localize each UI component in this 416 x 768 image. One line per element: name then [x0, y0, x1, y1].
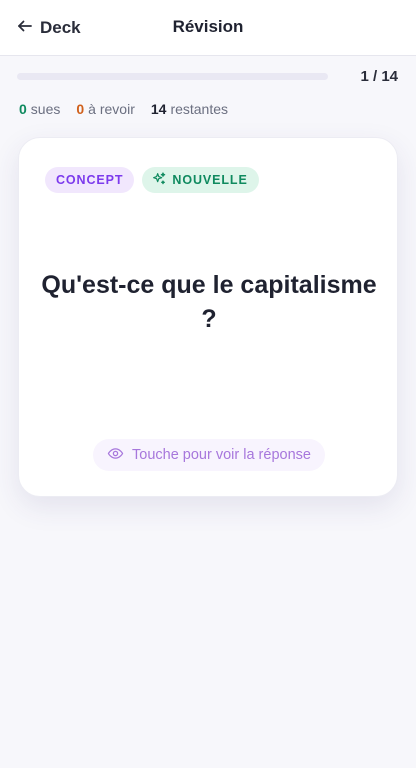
badge-new: NOUVELLE [142, 167, 259, 193]
top-bar: Deck Révision [0, 0, 416, 56]
stat-known-label: sues [30, 101, 61, 117]
stat-review-label: à revoir [88, 101, 135, 117]
stat-remaining: 14 restantes [151, 101, 228, 117]
stat-review-count: 0 [76, 101, 85, 117]
stat-review: 0à revoir [76, 101, 134, 117]
stat-known: 0 sues [19, 101, 60, 117]
session-stats: 0 sues 0à revoir 14 restantes [19, 101, 228, 117]
stat-remaining-label: restantes [170, 101, 229, 117]
stat-known-count: 0 [19, 101, 27, 117]
flashcard[interactable]: CONCEPT NOUVELLE Qu'est-ce que le capita… [18, 137, 398, 497]
reveal-answer-label: Touche pour voir la réponse [132, 447, 311, 463]
eye-icon [107, 445, 124, 466]
sparkles-icon [151, 171, 167, 190]
progress-count: 1 / 14 [360, 68, 398, 85]
card-badges: CONCEPT NOUVELLE [45, 167, 259, 193]
progress-bar [17, 73, 328, 80]
card-question: Qu'est-ce que le capitalisme ? [41, 271, 377, 333]
badge-concept: CONCEPT [45, 167, 135, 193]
badge-new-label: NOUVELLE [172, 173, 248, 187]
page-title: Révision [172, 17, 244, 36]
stat-remaining-count: 14 [150, 101, 167, 117]
reveal-answer-button[interactable]: Touche pour voir la réponse [93, 439, 325, 471]
